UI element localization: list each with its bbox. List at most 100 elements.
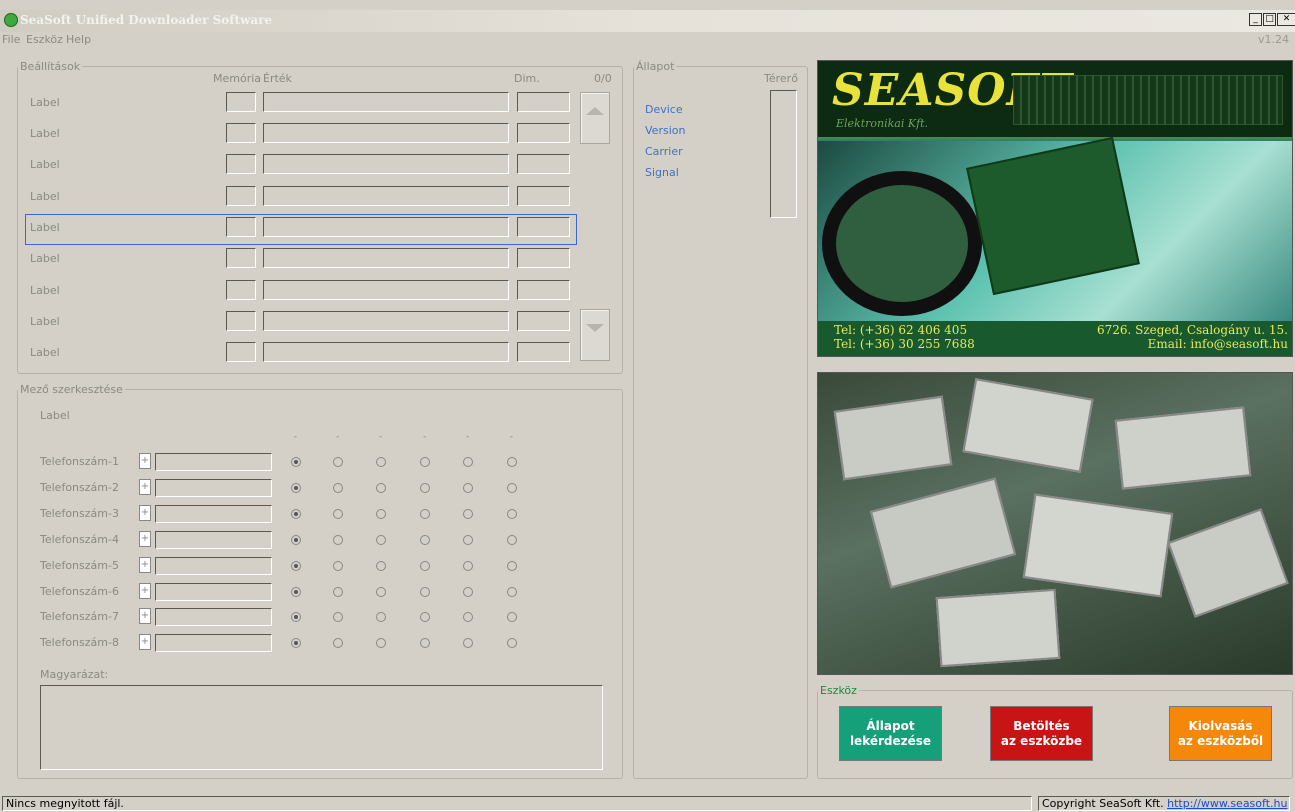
option-radio[interactable] — [291, 560, 301, 571]
device-module — [935, 588, 1061, 668]
memory-field[interactable] — [226, 186, 256, 206]
plus-prefix[interactable]: + — [139, 634, 151, 651]
device-module — [869, 477, 1017, 589]
option-radio[interactable] — [376, 508, 386, 519]
memory-field[interactable] — [226, 311, 256, 331]
upload-to-device-button[interactable]: Betöltés az eszközbe — [990, 706, 1093, 761]
device-module — [1167, 508, 1289, 618]
option-radio[interactable] — [376, 457, 386, 467]
plus-prefix[interactable]: + — [139, 608, 151, 625]
close-icon[interactable]: ✕ — [1277, 13, 1295, 26]
option-radio[interactable] — [376, 482, 386, 493]
dim-field[interactable] — [517, 311, 570, 331]
scroll-up-button[interactable] — [580, 92, 610, 144]
dim-field[interactable] — [517, 280, 570, 300]
option-radio[interactable] — [376, 560, 386, 571]
phone-number-field[interactable] — [155, 634, 272, 653]
menu-eszkoz[interactable]: Eszköz — [26, 33, 63, 46]
option-radio[interactable] — [420, 457, 430, 467]
option-radio[interactable] — [333, 586, 343, 597]
plus-prefix[interactable]: + — [139, 478, 151, 495]
plus-prefix[interactable]: + — [139, 504, 151, 521]
read-from-device-button[interactable]: Kiolvasás az eszközből — [1169, 706, 1272, 761]
option-radio[interactable] — [463, 457, 473, 467]
option-radio[interactable] — [420, 560, 430, 571]
status-carrier: Carrier — [645, 145, 683, 158]
phone-number-field[interactable] — [155, 478, 272, 497]
option-radio[interactable] — [291, 534, 301, 545]
plus-prefix[interactable]: + — [139, 453, 151, 469]
phone-number-field[interactable] — [155, 582, 272, 601]
dim-field[interactable] — [517, 92, 570, 112]
memory-field[interactable] — [226, 154, 256, 174]
signal-meter — [770, 90, 797, 218]
option-radio[interactable] — [463, 534, 473, 545]
value-field[interactable] — [263, 217, 509, 237]
dim-field[interactable] — [517, 186, 570, 206]
option-radio[interactable] — [463, 586, 473, 597]
query-status-button[interactable]: Állapot lekérdezése — [839, 706, 942, 761]
option-radio[interactable] — [376, 534, 386, 545]
option-radio[interactable] — [291, 586, 301, 597]
phone-number-field[interactable] — [155, 608, 272, 627]
dim-field[interactable] — [517, 123, 570, 143]
option-radio[interactable] — [291, 457, 301, 467]
minimize-icon[interactable]: _ — [1249, 13, 1262, 26]
dim-field[interactable] — [517, 154, 570, 174]
option-radio[interactable] — [333, 534, 343, 545]
memory-field[interactable] — [226, 92, 256, 112]
phone-number-field[interactable] — [155, 504, 272, 523]
value-field[interactable] — [263, 311, 509, 331]
phone-number-field[interactable] — [155, 530, 272, 549]
radio-col-header: - — [510, 432, 514, 442]
option-radio[interactable] — [463, 508, 473, 519]
memory-field[interactable] — [226, 123, 256, 143]
dim-field[interactable] — [517, 342, 570, 362]
value-field[interactable] — [263, 154, 509, 174]
dim-field[interactable] — [517, 217, 570, 237]
option-radio[interactable] — [507, 508, 517, 519]
option-radio[interactable] — [507, 457, 517, 467]
option-radio[interactable] — [507, 534, 517, 545]
memory-field[interactable] — [226, 248, 256, 268]
menu-file[interactable]: File — [2, 33, 20, 46]
value-field[interactable] — [263, 186, 509, 206]
dim-field[interactable] — [517, 248, 570, 268]
option-radio[interactable] — [333, 508, 343, 519]
option-radio[interactable] — [420, 534, 430, 545]
menu-help[interactable]: Help — [66, 33, 91, 46]
phone-number-field[interactable] — [155, 453, 272, 471]
scroll-down-button[interactable] — [580, 309, 610, 361]
option-radio[interactable] — [463, 482, 473, 493]
option-radio[interactable] — [507, 482, 517, 493]
value-field[interactable] — [263, 342, 509, 362]
note-textarea[interactable] — [40, 685, 603, 770]
option-radio[interactable] — [420, 508, 430, 519]
value-field[interactable] — [263, 280, 509, 300]
website-link[interactable]: http://www.seasoft.hu — [1167, 797, 1287, 810]
plus-prefix[interactable]: + — [139, 556, 151, 573]
option-radio[interactable] — [420, 586, 430, 597]
option-radio[interactable] — [463, 560, 473, 571]
value-field[interactable] — [263, 123, 509, 143]
maximize-icon[interactable]: □ — [1263, 13, 1276, 26]
phone-row-label: Telefonszám-6 — [40, 584, 119, 598]
option-radio[interactable] — [333, 560, 343, 571]
option-radio[interactable] — [333, 457, 343, 467]
option-radio[interactable] — [420, 482, 430, 493]
memory-field[interactable] — [226, 342, 256, 362]
option-radio[interactable] — [333, 482, 343, 493]
phone-number-field[interactable] — [155, 556, 272, 575]
value-field[interactable] — [263, 248, 509, 268]
setting-row-label: Label — [30, 346, 60, 359]
option-radio[interactable] — [507, 586, 517, 597]
value-field[interactable] — [263, 92, 509, 112]
memory-field[interactable] — [226, 280, 256, 300]
memory-field[interactable] — [226, 217, 256, 237]
option-radio[interactable] — [291, 508, 301, 519]
option-radio[interactable] — [291, 482, 301, 493]
plus-prefix[interactable]: + — [139, 582, 151, 599]
option-radio[interactable] — [376, 586, 386, 597]
option-radio[interactable] — [507, 560, 517, 571]
plus-prefix[interactable]: + — [139, 530, 151, 547]
